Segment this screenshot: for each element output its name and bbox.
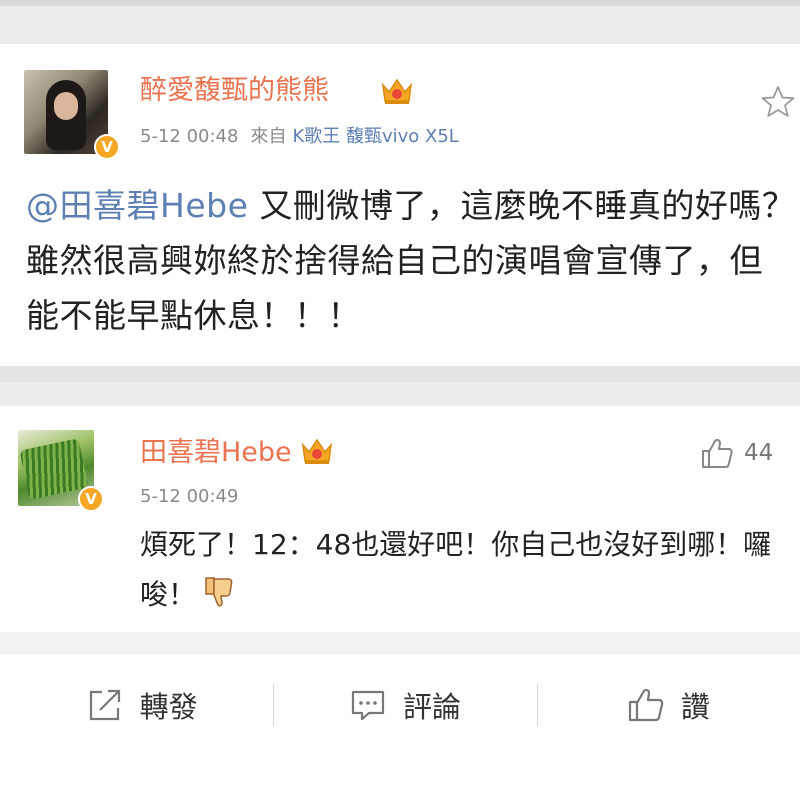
original-post: V 醉愛馥甄的熊熊 5-12 00:48 來自 K歌王 馥甄vivo X5L @田喜… [0,44,800,366]
post-meta: 5-12 00:48 來自 K歌王 馥甄vivo X5L [140,122,459,148]
reply-like-button[interactable]: 44 [700,436,773,470]
thumbs-up-icon [628,688,664,722]
comment-button[interactable]: 評論 [273,654,536,756]
mention-link[interactable]: @田喜碧Hebe [26,186,248,225]
post-author-name[interactable]: 醉愛馥甄的熊熊 [140,74,329,108]
like-button[interactable]: 讚 [536,654,800,756]
card-separator [0,366,800,406]
thumbs-down-emoji [205,577,233,607]
post-time: 5-12 00:48 [140,126,239,147]
share-button[interactable]: 轉發 [0,654,273,756]
reply-author-name[interactable]: 田喜碧Hebe [140,436,292,470]
comment-label: 評論 [402,690,461,724]
thumbs-up-icon [702,438,733,468]
reply-time: 5-12 00:49 [140,486,239,507]
weibo-screen: V 醉愛馥甄的熊熊 5-12 00:48 來自 K歌王 馥甄vivo X5L @田喜… [0,0,800,800]
post-author-avatar[interactable]: V [24,70,120,160]
bottom-space [0,756,800,800]
post-from-label: 來自 [250,126,287,147]
reply-author-avatar[interactable]: V [18,430,104,512]
star-icon[interactable] [760,84,796,120]
share-label: 轉發 [139,690,198,724]
post-text: @田喜碧Hebe 又刪微博了，這麼晚不睡真的好嗎？ 雖然很高興妳終於捨得給自己的… [26,178,796,343]
comment-icon [351,690,385,721]
reply-card: V 田喜碧Hebe 5-12 00:49 44 煩死了！12：48也還好吧！你自… [0,406,800,632]
crown-icon [301,438,333,464]
share-icon [89,689,120,721]
action-bar: 轉發 評論 讚 [0,654,800,756]
top-separator [0,0,800,44]
crown-icon [381,78,413,104]
like-label: 讚 [680,690,710,724]
post-device-link[interactable]: K歌王 馥甄vivo X5L [292,126,458,147]
reply-like-count: 44 [744,440,774,466]
verified-badge-icon: V [78,486,104,512]
verified-badge-icon: V [94,134,120,160]
reply-text: 煩死了！12：48也還好吧！你自己也沒好到哪！囉唆！ [140,520,790,620]
action-separator [0,632,800,654]
